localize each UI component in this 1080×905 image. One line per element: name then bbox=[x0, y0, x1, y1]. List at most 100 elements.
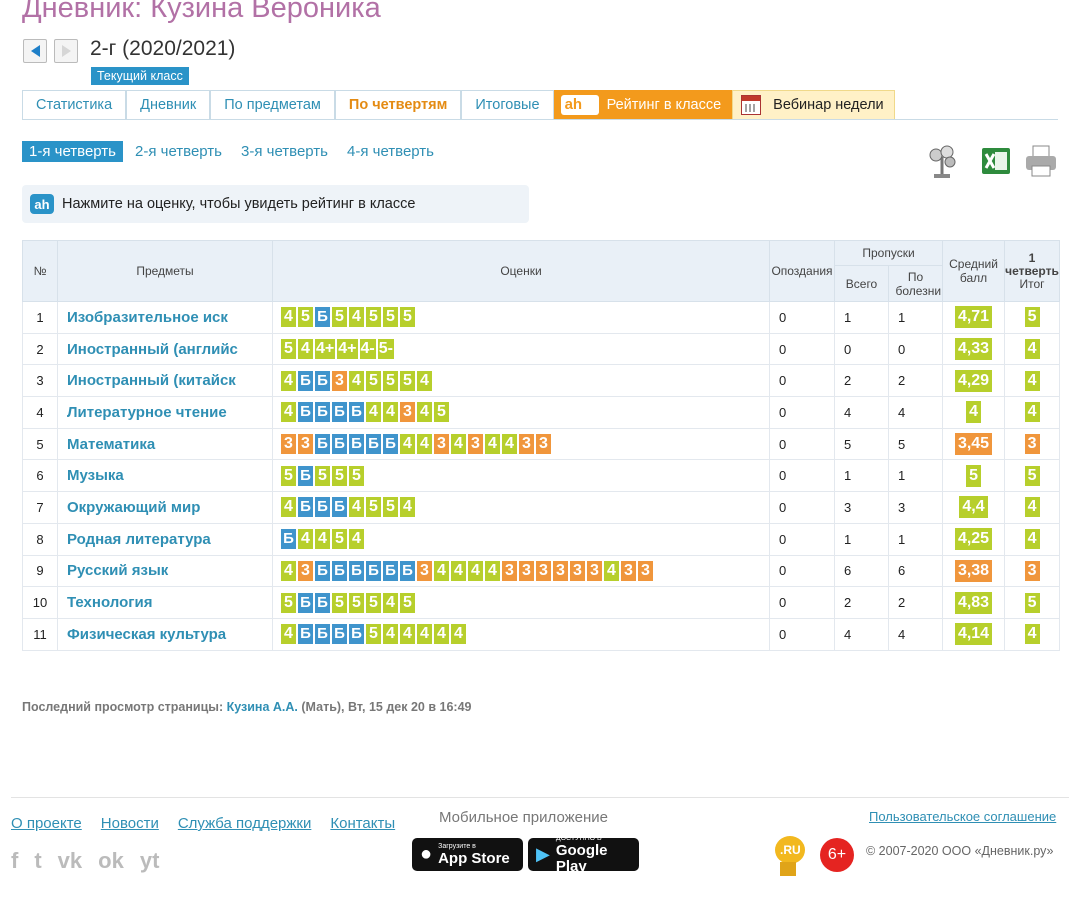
grade-mark[interactable]: 4 bbox=[451, 434, 466, 455]
grade-mark[interactable]: Б bbox=[315, 592, 330, 613]
grade-mark[interactable]: Б bbox=[332, 434, 347, 455]
grade-mark[interactable]: 4 bbox=[298, 529, 313, 550]
grade-mark[interactable]: Б bbox=[332, 624, 347, 645]
facebook-icon[interactable]: f bbox=[11, 848, 18, 874]
last-viewer-link[interactable]: Кузина А.А. bbox=[227, 700, 298, 714]
grade-mark[interactable]: 3 bbox=[417, 560, 432, 581]
grade-mark[interactable]: 4+ bbox=[315, 339, 336, 360]
tab-statistics[interactable]: Статистика bbox=[22, 90, 127, 119]
grade-mark[interactable]: 4 bbox=[281, 560, 296, 581]
print-icon[interactable] bbox=[1023, 143, 1059, 179]
grade-mark[interactable]: Б bbox=[315, 370, 330, 391]
grade-mark[interactable]: 5 bbox=[366, 624, 381, 645]
prev-class-button[interactable] bbox=[23, 39, 47, 63]
grade-mark[interactable]: Б bbox=[298, 497, 313, 518]
grade-mark[interactable]: 3 bbox=[587, 560, 602, 581]
grade-mark[interactable]: 4 bbox=[281, 624, 296, 645]
grade-mark[interactable]: 3 bbox=[519, 434, 534, 455]
grade-mark[interactable]: 4 bbox=[349, 307, 364, 328]
grade-mark[interactable]: 5 bbox=[366, 370, 381, 391]
grade-mark[interactable]: 4 bbox=[434, 624, 449, 645]
grade-mark[interactable]: 4 bbox=[604, 560, 619, 581]
grade-mark[interactable]: 4 bbox=[281, 402, 296, 423]
subject-link[interactable]: Русский язык bbox=[57, 555, 273, 588]
grade-mark[interactable]: Б bbox=[383, 560, 398, 581]
twitter-icon[interactable]: t bbox=[34, 848, 41, 874]
grade-mark[interactable]: 3 bbox=[434, 434, 449, 455]
grade-mark[interactable]: 3 bbox=[298, 560, 313, 581]
subject-link[interactable]: Физическая культура bbox=[57, 618, 273, 651]
quarter-3[interactable]: 3-я четверть bbox=[234, 141, 335, 162]
grade-mark[interactable]: 4 bbox=[349, 497, 364, 518]
grade-mark[interactable]: 5 bbox=[434, 402, 449, 423]
grade-mark[interactable]: 4 bbox=[281, 307, 296, 328]
subject-link[interactable]: Изобразительное иск bbox=[57, 301, 273, 334]
grade-mark[interactable]: Б bbox=[366, 560, 381, 581]
grade-mark[interactable]: 3 bbox=[621, 560, 636, 581]
grade-mark[interactable]: 4 bbox=[315, 529, 330, 550]
subject-link[interactable]: Родная литература bbox=[57, 523, 273, 556]
grade-mark[interactable]: 4 bbox=[417, 624, 432, 645]
grade-mark[interactable]: 3 bbox=[519, 560, 534, 581]
grade-mark[interactable]: Б bbox=[315, 560, 330, 581]
grade-mark[interactable]: Б bbox=[298, 624, 313, 645]
grade-mark[interactable]: 4- bbox=[359, 339, 376, 360]
grade-mark[interactable]: Б bbox=[298, 370, 313, 391]
grade-mark[interactable]: 5 bbox=[281, 592, 296, 613]
grade-mark[interactable]: 3 bbox=[468, 434, 483, 455]
tab-by-quarters[interactable]: По четвертям bbox=[334, 90, 462, 119]
grade-mark[interactable]: 5 bbox=[400, 592, 415, 613]
grade-mark[interactable]: 3 bbox=[400, 402, 415, 423]
youtube-icon[interactable]: yt bbox=[140, 848, 160, 874]
grade-mark[interactable]: 4+ bbox=[337, 339, 358, 360]
footer-link-about[interactable]: О проекте bbox=[11, 815, 82, 832]
grade-mark[interactable]: 4 bbox=[400, 434, 415, 455]
subject-link[interactable]: Иностранный (китайск bbox=[57, 364, 273, 398]
grade-mark[interactable]: 5 bbox=[383, 497, 398, 518]
odnoklassniki-icon[interactable]: ok bbox=[98, 848, 124, 874]
next-class-button[interactable] bbox=[54, 39, 78, 63]
grade-mark[interactable]: 3 bbox=[570, 560, 585, 581]
grade-mark[interactable]: 4 bbox=[349, 529, 364, 550]
quarter-2[interactable]: 2-я четверть bbox=[128, 141, 229, 162]
grade-mark[interactable]: Б bbox=[332, 402, 347, 423]
subject-link[interactable]: Литературное чтение bbox=[57, 396, 273, 429]
grade-mark[interactable]: 5 bbox=[332, 307, 347, 328]
grade-mark[interactable]: 5 bbox=[383, 307, 398, 328]
subject-link[interactable]: Окружающий мир bbox=[57, 491, 273, 524]
grade-mark[interactable]: 3 bbox=[536, 434, 551, 455]
grade-mark[interactable]: Б bbox=[349, 434, 364, 455]
footer-link-contacts[interactable]: Контакты bbox=[330, 815, 395, 832]
grade-mark[interactable]: 4 bbox=[281, 497, 296, 518]
grade-mark[interactable]: 3 bbox=[502, 560, 517, 581]
grade-mark[interactable]: 5- bbox=[377, 339, 394, 360]
grade-mark[interactable]: 5 bbox=[315, 465, 330, 486]
quarter-1[interactable]: 1-я четверть bbox=[22, 141, 123, 162]
grade-mark[interactable]: 3 bbox=[298, 434, 313, 455]
grade-mark[interactable]: 4 bbox=[502, 434, 517, 455]
grade-mark[interactable]: 5 bbox=[366, 592, 381, 613]
grade-mark[interactable]: 4 bbox=[383, 624, 398, 645]
grade-mark[interactable]: Б bbox=[298, 592, 313, 613]
quarter-4[interactable]: 4-я четверть bbox=[340, 141, 441, 162]
grade-mark[interactable]: 4 bbox=[451, 624, 466, 645]
grade-mark[interactable]: 5 bbox=[281, 465, 296, 486]
grade-mark[interactable]: 4 bbox=[434, 560, 449, 581]
grade-mark[interactable]: Б bbox=[298, 465, 313, 486]
grade-mark[interactable]: 5 bbox=[298, 307, 313, 328]
grade-mark[interactable]: 4 bbox=[417, 434, 432, 455]
subject-link[interactable]: Иностранный (английс bbox=[57, 333, 273, 366]
grade-mark[interactable]: 3 bbox=[332, 370, 347, 391]
user-agreement-link[interactable]: Пользовательское соглашение bbox=[869, 809, 1056, 824]
grade-mark[interactable]: 5 bbox=[400, 370, 415, 391]
tab-webinar[interactable]: Вебинар недели bbox=[732, 90, 895, 119]
grade-mark[interactable]: 5 bbox=[366, 497, 381, 518]
grade-mark[interactable]: 4 bbox=[400, 624, 415, 645]
grade-mark[interactable]: 4 bbox=[383, 402, 398, 423]
subject-link[interactable]: Музыка bbox=[57, 459, 273, 493]
grade-mark[interactable]: Б bbox=[298, 402, 313, 423]
grade-mark[interactable]: Б bbox=[315, 497, 330, 518]
subject-link[interactable]: Математика bbox=[57, 428, 273, 461]
excel-export-icon[interactable] bbox=[978, 143, 1014, 179]
footer-link-support[interactable]: Служба поддержки bbox=[178, 815, 312, 832]
